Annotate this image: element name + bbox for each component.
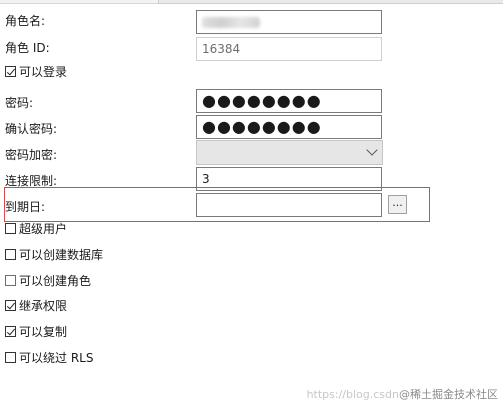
create-role-label: 可以创建角色 <box>19 274 92 288</box>
create-role-checkbox[interactable] <box>5 275 16 286</box>
can-login-label: 可以登录 <box>19 65 68 79</box>
right-panel-edge <box>158 0 503 4</box>
superuser-label: 超级用户 <box>19 222 68 236</box>
window-top-edge <box>0 0 503 4</box>
password-encryption-dropdown[interactable] <box>196 140 383 165</box>
role-id-label: 角色 ID: <box>5 41 50 55</box>
confirm-password-label: 确认密码: <box>5 122 58 136</box>
watermark: https://blog.csdn@稀土掘金技术社区 <box>307 386 498 402</box>
bypass-rls-checkbox[interactable] <box>5 352 16 363</box>
password-label: 密码: <box>5 96 34 110</box>
blurred-role-name <box>202 17 260 28</box>
replication-label: 可以复制 <box>19 325 68 339</box>
chevron-down-icon <box>366 144 378 156</box>
create-database-checkbox[interactable] <box>5 249 16 260</box>
role-name-label: 角色名: <box>5 14 46 28</box>
bypass-rls-label: 可以绕过 RLS <box>19 351 94 365</box>
watermark-site: @稀土掘金技术社区 <box>399 388 498 401</box>
role-id-field: 16384 <box>196 37 382 61</box>
watermark-url: https://blog.csdn <box>306 388 399 401</box>
replication-checkbox[interactable] <box>5 326 16 337</box>
superuser-checkbox[interactable] <box>5 223 16 234</box>
password-input[interactable]: ●●●●●●●● <box>196 89 382 113</box>
inherit-privileges-checkbox[interactable] <box>5 300 16 311</box>
confirm-password-input[interactable]: ●●●●●●●● <box>196 115 382 139</box>
can-login-checkbox[interactable] <box>5 66 16 77</box>
left-panel-edge <box>0 0 158 4</box>
highlight-box <box>4 187 430 222</box>
create-database-label: 可以创建数据库 <box>19 248 104 262</box>
inherit-privileges-label: 继承权限 <box>19 299 68 313</box>
password-encryption-label: 密码加密: <box>5 148 58 162</box>
role-name-input[interactable] <box>196 10 382 34</box>
